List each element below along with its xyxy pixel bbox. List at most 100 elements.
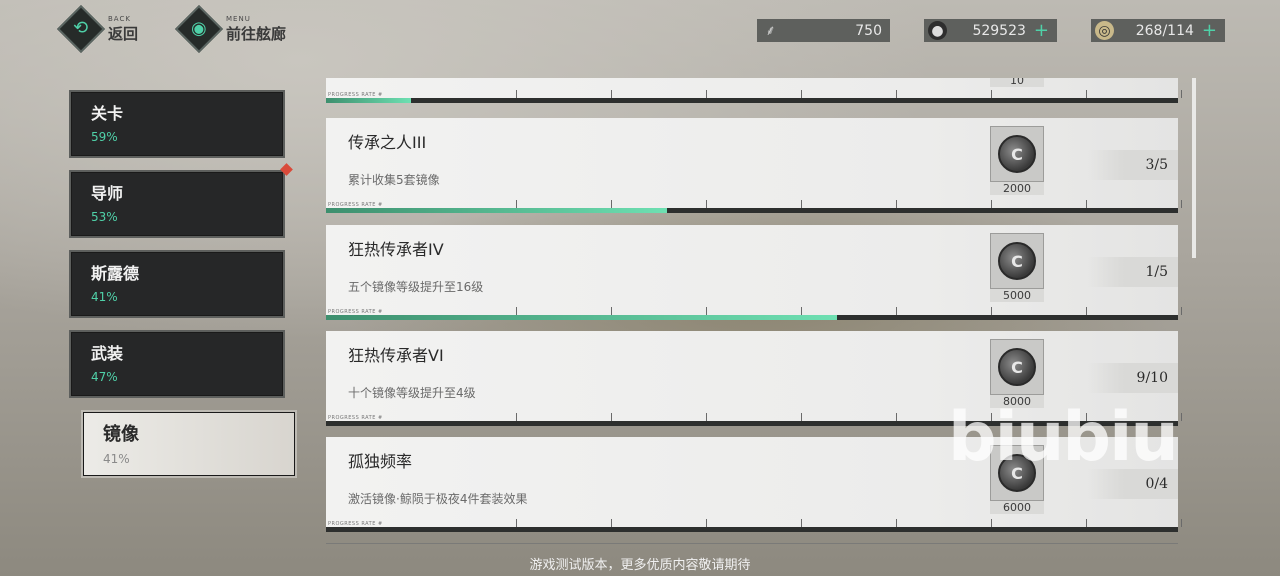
- stamina-icon: ◎: [1095, 21, 1114, 40]
- progress-tick: [516, 413, 517, 421]
- progress-tick: [801, 519, 802, 527]
- progress-tick: [516, 200, 517, 208]
- progress-tick: [1086, 200, 1087, 208]
- progress-tick: [991, 307, 992, 315]
- currency-stamina: ◎ 268/114 +: [1091, 19, 1225, 42]
- progress-bar: [326, 307, 1182, 320]
- progress-bar: [326, 519, 1182, 532]
- progress-tick: [991, 90, 992, 98]
- progress-bar: [326, 90, 1182, 103]
- sidebar-item-percent: 53%: [91, 210, 118, 224]
- add-stamina-button[interactable]: +: [1202, 21, 1217, 40]
- sidebar-item-label: 镜像: [103, 424, 139, 445]
- sidebar-item-label: 武装: [91, 344, 124, 363]
- progress-tick: [516, 519, 517, 527]
- progress-tick: [706, 413, 707, 421]
- progress-tick: [1086, 519, 1087, 527]
- task-card[interactable]: C 10 PROGRESS RATE #: [326, 78, 1182, 103]
- progress-bar: [326, 200, 1182, 213]
- progress-tick: [1181, 307, 1182, 315]
- progress-tick: [516, 307, 517, 315]
- progress-tick: [516, 90, 517, 98]
- progress-tick: [706, 90, 707, 98]
- progress-tick: [611, 200, 612, 208]
- sidebar-item-slud[interactable]: 斯露德 41%: [69, 250, 285, 318]
- sidebar-item-mentor[interactable]: 导师 53%: [69, 170, 285, 238]
- sidebar-item-percent: 41%: [103, 452, 130, 466]
- progress-tick: [801, 307, 802, 315]
- progress-tick: [706, 200, 707, 208]
- back-icon: ⟲: [56, 4, 106, 54]
- coin-icon: C: [998, 135, 1036, 173]
- progress-tick: [1181, 90, 1182, 98]
- coin-icon: ●: [928, 21, 947, 40]
- menu-button[interactable]: ◉ MENU 前往舷廊: [174, 4, 287, 54]
- task-card[interactable]: 传承之人III 累计收集5套镜像 C 2000 3/5 PROGRESS RAT…: [326, 118, 1182, 213]
- menu-icon: ◉: [174, 4, 224, 54]
- progress-tick: [801, 90, 802, 98]
- progress-tick: [801, 200, 802, 208]
- coin-icon: C: [998, 348, 1036, 386]
- task-title: 孤独频率: [348, 452, 413, 471]
- task-desc: 累计收集5套镜像: [348, 173, 440, 187]
- task-card[interactable]: 狂热传承者IV 五个镜像等级提升至16级 C 5000 1/5 PROGRESS…: [326, 225, 1182, 320]
- progress-tick: [1086, 307, 1087, 315]
- currency-value: 750: [855, 22, 882, 39]
- divider: [326, 543, 1178, 544]
- task-title: 狂热传承者IV: [348, 240, 444, 259]
- reward: C 10: [990, 78, 1044, 88]
- progress-tick: [801, 413, 802, 421]
- task-counter: 1/5: [1088, 257, 1178, 287]
- task-title: 传承之人III: [348, 133, 427, 152]
- progress-tick: [611, 307, 612, 315]
- sidebar-item-label: 斯露德: [91, 264, 140, 283]
- progress-tick: [991, 519, 992, 527]
- scrollbar[interactable]: [1192, 78, 1196, 258]
- currency-value: 529523: [972, 22, 1026, 39]
- task-desc: 激活镜像·鲸陨于极夜4件套装效果: [348, 492, 528, 506]
- progress-label: PROGRESS RATE #: [328, 309, 383, 315]
- reward-amount: 10: [990, 78, 1044, 87]
- reward-box: C: [990, 126, 1044, 182]
- currency-coin: ● 529523 +: [924, 19, 1057, 42]
- task-title: 狂热传承者VI: [348, 346, 444, 365]
- sidebar-item-label: 关卡: [91, 104, 124, 123]
- reward: C 5000: [990, 233, 1044, 303]
- progress-fill: [326, 315, 838, 320]
- reward-box: C: [990, 233, 1044, 289]
- add-coin-button[interactable]: +: [1034, 21, 1049, 40]
- progress-tick: [1086, 90, 1087, 98]
- menu-label: 前往舷廊: [226, 24, 287, 43]
- sidebar-item-percent: 41%: [91, 290, 118, 304]
- sidebar-item-percent: 47%: [91, 370, 118, 384]
- progress-tick: [1181, 200, 1182, 208]
- progress-tick: [991, 200, 992, 208]
- watermark: biubiu: [948, 398, 1179, 477]
- progress-tick: [611, 519, 612, 527]
- footer-text: 游戏测试版本，更多优质内容敬请期待: [529, 558, 751, 573]
- reward-amount: 6000: [990, 501, 1044, 514]
- sidebar-item-armament[interactable]: 武装 47%: [69, 330, 285, 398]
- reward-amount: 5000: [990, 289, 1044, 302]
- coin-icon: C: [998, 242, 1036, 280]
- progress-label: PROGRESS RATE #: [328, 521, 383, 527]
- progress-tick: [1181, 519, 1182, 527]
- progress-label: PROGRESS RATE #: [328, 415, 383, 421]
- progress-fill: [326, 208, 667, 213]
- feather-icon: ⸙: [765, 23, 776, 39]
- progress-tick: [896, 200, 897, 208]
- progress-tick: [896, 413, 897, 421]
- progress-tick: [896, 90, 897, 98]
- sidebar-item-stages[interactable]: 关卡 59%: [69, 90, 285, 158]
- task-desc: 十个镜像等级提升至4级: [348, 386, 476, 400]
- reward: C 2000: [990, 126, 1044, 196]
- progress-tick: [611, 90, 612, 98]
- reward-amount: 2000: [990, 182, 1044, 195]
- back-label: 返回: [108, 24, 139, 43]
- back-button[interactable]: ⟲ BACK 返回: [56, 4, 139, 54]
- progress-tick: [896, 519, 897, 527]
- sidebar-item-mirror[interactable]: 镜像 41%: [81, 410, 297, 478]
- progress-tick: [706, 307, 707, 315]
- back-en-label: BACK: [108, 14, 131, 23]
- progress-fill: [326, 98, 412, 103]
